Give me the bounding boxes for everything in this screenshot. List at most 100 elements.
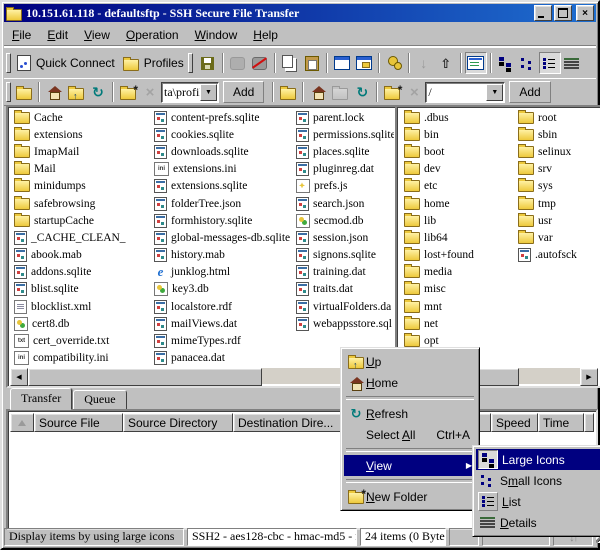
file-item[interactable]: key3.db bbox=[152, 281, 292, 298]
folder-item[interactable]: usr bbox=[516, 212, 598, 229]
minimize-button[interactable] bbox=[534, 5, 552, 21]
file-item[interactable]: ejunklog.html bbox=[152, 264, 292, 281]
file-item[interactable]: txtcert_override.txt bbox=[12, 332, 152, 349]
remote-home-button[interactable] bbox=[307, 81, 329, 103]
file-item[interactable]: content-prefs.sqlite bbox=[152, 109, 292, 126]
dropdown-arrow-icon[interactable]: ▼ bbox=[486, 84, 503, 101]
file-item[interactable]: mailViews.dat bbox=[152, 315, 292, 332]
close-button[interactable]: × bbox=[576, 5, 594, 21]
folder-item[interactable]: var bbox=[516, 229, 598, 246]
menu-item-select-all[interactable]: Select AllCtrl+A bbox=[344, 424, 476, 445]
file-item[interactable]: traits.dat bbox=[294, 281, 394, 298]
maximize-button[interactable] bbox=[554, 5, 572, 21]
menu-item-new-folder[interactable]: *New Folder bbox=[344, 486, 476, 507]
submenu-item-small-icons[interactable]: Small Icons bbox=[476, 470, 600, 491]
folder-item[interactable]: tmp bbox=[516, 195, 598, 212]
folder-item[interactable]: .dbus bbox=[402, 109, 514, 126]
local-add-button[interactable]: Add bbox=[223, 81, 264, 103]
folder-item[interactable]: Mail bbox=[12, 161, 152, 178]
toolbar-grip[interactable] bbox=[6, 53, 11, 73]
menu-edit[interactable]: Edit bbox=[39, 26, 76, 44]
file-item[interactable]: prefs.js bbox=[294, 178, 394, 195]
file-item[interactable]: blocklist.xml bbox=[12, 298, 152, 315]
remote-file-list[interactable]: .dbusbinbootdevetchomeliblib64lost+found… bbox=[399, 109, 598, 368]
folder-item[interactable]: ImapMail bbox=[12, 143, 152, 160]
file-item[interactable]: signons.sqlite bbox=[294, 247, 394, 264]
column-header-time[interactable]: Time bbox=[538, 413, 584, 432]
file-item[interactable]: cookies.sqlite bbox=[152, 126, 292, 143]
details-view-button[interactable] bbox=[561, 52, 583, 74]
remote-refresh-button[interactable]: ↻ bbox=[351, 81, 373, 103]
menu-item-home[interactable]: Home bbox=[344, 372, 476, 393]
folder-item[interactable]: lost+found bbox=[402, 247, 514, 264]
folder-item[interactable]: srv bbox=[516, 161, 598, 178]
scroll-left-icon[interactable]: ◀ bbox=[10, 368, 28, 386]
file-item[interactable]: history.mab bbox=[152, 247, 292, 264]
local-horizontal-scrollbar[interactable]: ◀ ▶ bbox=[10, 368, 394, 384]
folder-item[interactable]: media bbox=[402, 264, 514, 281]
file-item[interactable]: permissions.sqlite bbox=[294, 126, 394, 143]
download-button[interactable]: ↓ bbox=[413, 52, 435, 74]
folder-item[interactable]: mnt bbox=[402, 298, 514, 315]
folder-item[interactable]: startupCache bbox=[12, 212, 152, 229]
file-item[interactable]: blist.sqlite bbox=[12, 281, 152, 298]
remote-delete-button[interactable]: × bbox=[403, 81, 425, 103]
folder-item[interactable]: minidumps bbox=[12, 178, 152, 195]
local-path-value[interactable]: ta\profile\ bbox=[162, 85, 200, 100]
column-header-sort[interactable] bbox=[10, 413, 34, 432]
file-item[interactable]: places.sqlite bbox=[294, 143, 394, 160]
transfer-view-toggle-button[interactable] bbox=[465, 52, 487, 74]
file-item[interactable]: formhistory.sqlite bbox=[152, 212, 292, 229]
folder-item[interactable]: boot bbox=[402, 143, 514, 160]
connect-button[interactable] bbox=[227, 52, 249, 74]
folder-item[interactable]: root bbox=[516, 109, 598, 126]
local-new-folder-button[interactable]: * bbox=[117, 81, 139, 103]
local-up-button[interactable]: ↑ bbox=[65, 81, 87, 103]
menu-item-up[interactable]: ↑Up bbox=[344, 351, 476, 372]
file-item[interactable]: inicompatibility.ini bbox=[12, 350, 152, 367]
local-window-button[interactable] bbox=[331, 52, 353, 74]
file-item[interactable]: downloads.sqlite bbox=[152, 143, 292, 160]
file-item[interactable]: panacea.dat bbox=[152, 350, 292, 367]
file-item[interactable]: cert8.db bbox=[12, 315, 152, 332]
file-item[interactable]: session.json bbox=[294, 229, 394, 246]
save-button[interactable] bbox=[197, 52, 219, 74]
local-refresh-button[interactable]: ↻ bbox=[87, 81, 109, 103]
file-item[interactable]: localstore.rdf bbox=[152, 298, 292, 315]
file-item[interactable]: extensions.sqlite bbox=[152, 178, 292, 195]
file-item[interactable]: addons.sqlite bbox=[12, 264, 152, 281]
file-item[interactable]: abook.mab bbox=[12, 247, 152, 264]
file-item[interactable]: training.dat bbox=[294, 264, 394, 281]
menu-item-view[interactable]: View▶ bbox=[344, 455, 476, 476]
submenu-item-details[interactable]: Details bbox=[476, 512, 600, 533]
toolbar-grip[interactable] bbox=[188, 53, 193, 73]
folder-item[interactable]: lib64 bbox=[402, 229, 514, 246]
column-header-source-directory[interactable]: Source Directory bbox=[123, 413, 233, 432]
file-item[interactable]: pluginreg.dat bbox=[294, 161, 394, 178]
folder-item[interactable]: sys bbox=[516, 178, 598, 195]
menu-item-refresh[interactable]: ↻Refresh bbox=[344, 403, 476, 424]
file-item[interactable]: folderTree.json bbox=[152, 195, 292, 212]
folder-item[interactable]: net bbox=[402, 315, 514, 332]
dropdown-arrow-icon[interactable]: ▼ bbox=[200, 84, 217, 101]
menu-operation[interactable]: Operation bbox=[118, 26, 187, 44]
local-home-button[interactable] bbox=[43, 81, 65, 103]
copy-button[interactable] bbox=[279, 52, 301, 74]
remote-new-folder-button[interactable]: * bbox=[381, 81, 403, 103]
scrollbar-thumb[interactable] bbox=[28, 368, 262, 386]
tab-transfer[interactable]: Transfer bbox=[10, 388, 72, 410]
file-item[interactable]: .autofsck bbox=[516, 247, 598, 264]
folder-item[interactable]: selinux bbox=[516, 143, 598, 160]
column-header-speed[interactable]: Speed bbox=[491, 413, 538, 432]
local-delete-button[interactable]: × bbox=[139, 81, 161, 103]
submenu-item-large-icons[interactable]: Large Icons bbox=[476, 449, 600, 470]
folder-item[interactable]: sbin bbox=[516, 126, 598, 143]
folder-item[interactable]: home bbox=[402, 195, 514, 212]
quick-connect-button[interactable]: Quick Connect bbox=[13, 51, 119, 75]
file-item[interactable]: _CACHE_CLEAN_ bbox=[12, 229, 152, 246]
folder-item[interactable]: extensions bbox=[12, 126, 152, 143]
remote-path-value[interactable]: / bbox=[426, 85, 486, 100]
small-icons-view-button[interactable] bbox=[517, 52, 539, 74]
paste-button[interactable] bbox=[301, 52, 323, 74]
file-item[interactable]: webappsstore.sql bbox=[294, 315, 394, 332]
